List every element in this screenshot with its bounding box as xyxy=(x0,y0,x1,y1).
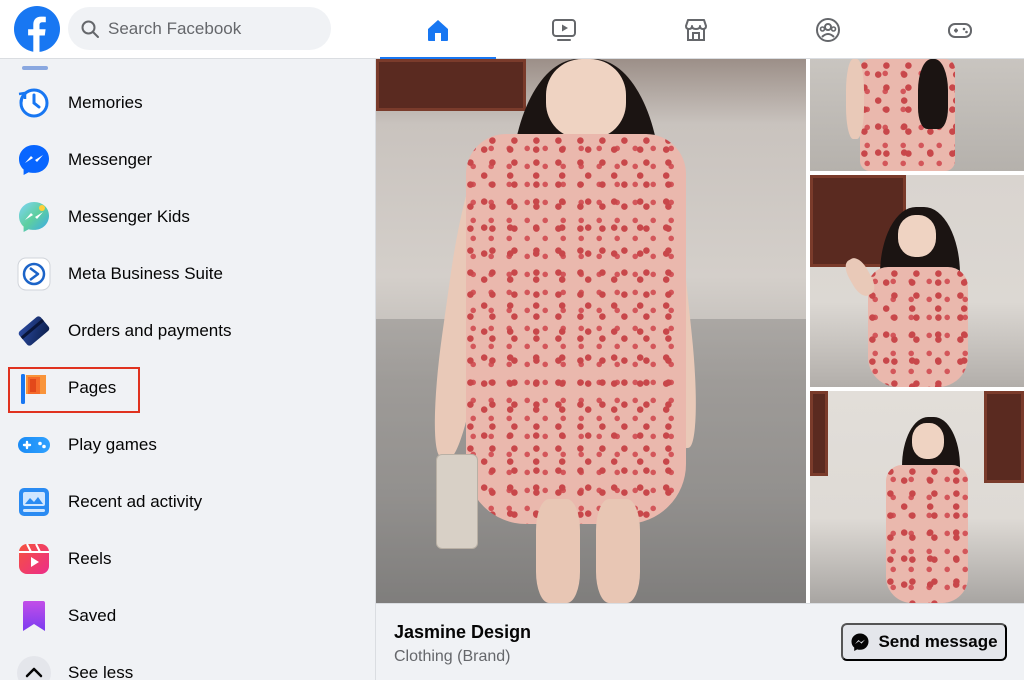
page-card: Jasmine Design Clothing (Brand) Send mes… xyxy=(376,59,1024,680)
search-icon xyxy=(81,20,99,38)
sidebar-item-reels[interactable]: Reels xyxy=(8,533,360,585)
sidebar-item-orders-payments[interactable]: Orders and payments xyxy=(8,305,360,357)
sidebar-item-label: Messenger Kids xyxy=(68,207,190,226)
sidebar-item-play-games[interactable]: Play games xyxy=(8,419,360,471)
page-name[interactable]: Jasmine Design xyxy=(394,622,531,643)
tab-marketplace[interactable] xyxy=(630,0,762,59)
send-message-button[interactable]: Send message xyxy=(841,623,1007,661)
sidebar-item-label: Meta Business Suite xyxy=(68,264,223,283)
messenger-icon xyxy=(851,633,869,651)
model-figure xyxy=(425,59,756,603)
gamepad-icon xyxy=(16,427,52,463)
tab-home[interactable] xyxy=(378,0,498,60)
messenger-icon xyxy=(16,142,52,178)
sidebar-item-label: Saved xyxy=(68,606,117,625)
sidebar-item-saved[interactable]: Saved xyxy=(8,590,360,642)
home-icon xyxy=(428,19,448,41)
memories-icon xyxy=(16,85,52,121)
cover-photo-thumb-3[interactable] xyxy=(810,391,1024,603)
video-icon xyxy=(552,18,576,41)
search-box[interactable] xyxy=(68,7,331,50)
send-message-label: Send message xyxy=(878,632,998,651)
sidebar-item-label: Orders and payments xyxy=(68,321,232,340)
page-category: Clothing (Brand) xyxy=(394,648,511,665)
marketplace-icon xyxy=(685,18,707,41)
facebook-logo-icon[interactable] xyxy=(14,6,60,52)
tab-watch[interactable] xyxy=(498,0,630,59)
groups-icon xyxy=(816,17,840,42)
tab-gaming[interactable] xyxy=(894,0,1024,59)
sidebar-item-see-less[interactable]: See less xyxy=(8,647,360,680)
sidebar-item-messenger[interactable]: Messenger xyxy=(8,134,360,186)
top-bar xyxy=(0,0,1024,60)
left-sidebar: Memories Messenger Messenger Kids Meta B… xyxy=(0,59,376,680)
highlight-box xyxy=(8,367,140,413)
chevron-up-icon xyxy=(16,655,52,680)
gamepad-icon xyxy=(948,22,972,38)
sidebar-item-label: See less xyxy=(68,663,134,680)
reels-icon xyxy=(16,541,52,577)
business-suite-icon xyxy=(16,256,52,292)
partial-icon xyxy=(20,59,50,70)
sidebar-item-label: Reels xyxy=(68,549,112,568)
search-input[interactable] xyxy=(108,18,308,39)
cover-photo-thumb-2[interactable] xyxy=(810,175,1024,387)
sidebar-item-recent-ad-activity[interactable]: Recent ad activity xyxy=(8,476,360,528)
sidebar-item-label: Play games xyxy=(68,435,157,454)
tab-groups[interactable] xyxy=(762,0,894,59)
page-info-bar: Jasmine Design Clothing (Brand) Send mes… xyxy=(376,603,1024,680)
cover-photo-thumb-1[interactable] xyxy=(810,59,1024,171)
messenger-kids-icon xyxy=(16,199,52,235)
sidebar-item-label: Recent ad activity xyxy=(68,492,203,511)
sidebar-item-label: Memories xyxy=(68,93,143,112)
sidebar-item-memories[interactable]: Memories xyxy=(8,77,360,129)
main-nav xyxy=(378,0,1024,60)
bookmark-icon xyxy=(16,598,52,634)
sidebar-item-meta-business-suite[interactable]: Meta Business Suite xyxy=(8,248,360,300)
cover-photo-main[interactable] xyxy=(376,59,806,603)
sidebar-item-messenger-kids[interactable]: Messenger Kids xyxy=(8,191,360,243)
card-icon xyxy=(16,313,52,349)
sidebar-item-label: Messenger xyxy=(68,150,153,169)
ad-activity-icon xyxy=(16,484,52,520)
